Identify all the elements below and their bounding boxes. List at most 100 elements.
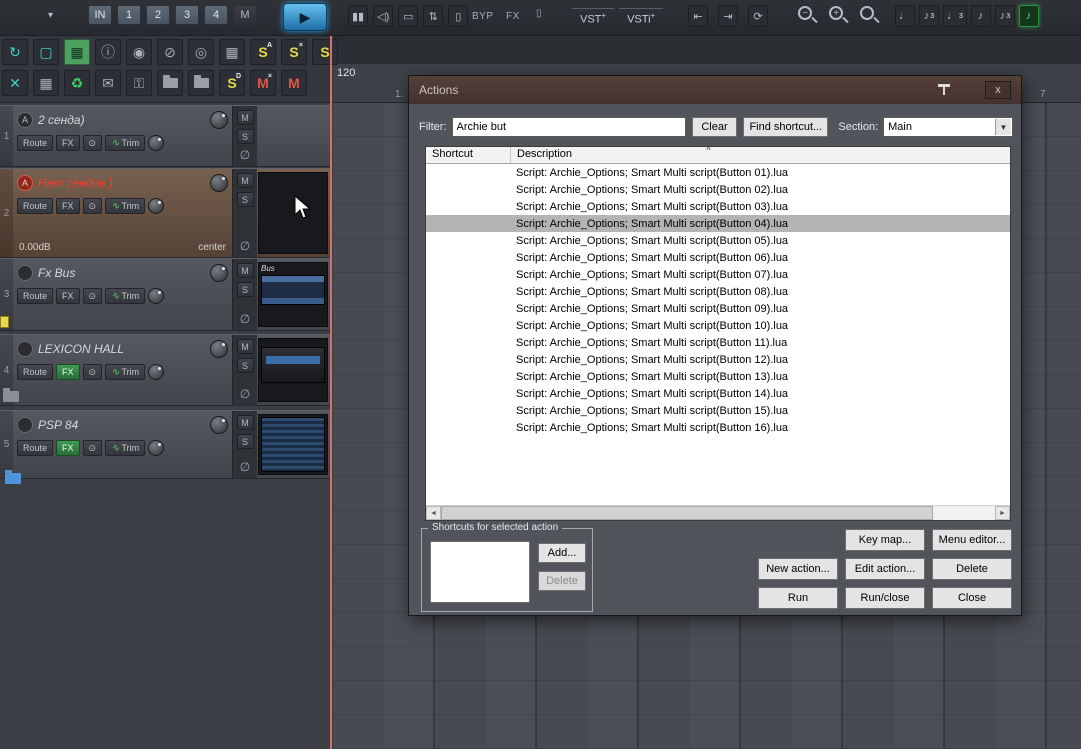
- fx-button[interactable]: FX: [56, 440, 80, 456]
- fx-button[interactable]: FX: [56, 364, 80, 380]
- screenset-a-icon[interactable]: SA: [250, 39, 276, 65]
- track-name[interactable]: LEXICON HALL: [38, 342, 205, 356]
- folder-blue-icon[interactable]: [5, 470, 21, 484]
- action-row[interactable]: Script: Archie_Options; Smart Multi scri…: [426, 334, 1010, 351]
- action-row[interactable]: Script: Archie_Options; Smart Multi scri…: [426, 283, 1010, 300]
- shortcut-listbox[interactable]: [430, 541, 530, 603]
- key-map-button[interactable]: Key map...: [845, 529, 925, 551]
- action-row[interactable]: Script: Archie_Options; Smart Multi scri…: [426, 402, 1010, 419]
- pan-knob[interactable]: [148, 135, 165, 151]
- track-1[interactable]: 1 A 2 сенда) Route FX ⊙ ∿ Trim M S ∅: [0, 105, 331, 167]
- track-button-2[interactable]: 2: [146, 5, 170, 25]
- notes-icon[interactable]: ✉: [95, 70, 121, 96]
- delete-action-button[interactable]: Delete: [932, 558, 1012, 580]
- show-all-tracks-icon[interactable]: ◉: [126, 39, 152, 65]
- track-number[interactable]: 2: [0, 169, 13, 257]
- track-button-4[interactable]: 4: [204, 5, 228, 25]
- show-in-mixer-icon[interactable]: ◎: [188, 39, 214, 65]
- track-5[interactable]: 5 PSP 84 Route FX ⊙ ∿ Trim M S ∅: [0, 410, 331, 479]
- track-number[interactable]: 5: [0, 411, 13, 478]
- loop-toggle-icon[interactable]: ⟳: [748, 5, 768, 27]
- input-button[interactable]: IN: [88, 5, 112, 25]
- phase-button[interactable]: ∅: [240, 460, 250, 474]
- screenset-x-icon[interactable]: S ×: [281, 39, 307, 65]
- routing-icon[interactable]: ▯: [448, 5, 469, 27]
- pan-knob[interactable]: [148, 198, 165, 214]
- dialog-titlebar[interactable]: Actions x: [409, 76, 1021, 104]
- trim-button[interactable]: ∿ Trim: [105, 440, 146, 456]
- grid-eighth-note-icon[interactable]: ♪ 3: [919, 5, 939, 27]
- volume-knob[interactable]: [210, 264, 228, 282]
- action-row[interactable]: Script: Archie_Options; Smart Multi scri…: [426, 317, 1010, 334]
- column-header-description[interactable]: Description: [511, 147, 1010, 163]
- record-arm-button[interactable]: [17, 265, 33, 281]
- mute-button[interactable]: M: [236, 415, 254, 430]
- mute-x-icon[interactable]: M ×: [250, 70, 276, 96]
- find-shortcut-button[interactable]: Find shortcut...: [743, 117, 829, 137]
- action-row[interactable]: Script: Archie_Options; Smart Multi scri…: [426, 385, 1010, 402]
- grid-dotted-note-icon[interactable]: ♩ 3: [943, 5, 967, 27]
- action-row[interactable]: Script: Archie_Options; Smart Multi scri…: [426, 181, 1010, 198]
- record-arm-button[interactable]: A: [17, 175, 33, 191]
- volume-knob[interactable]: [210, 416, 228, 434]
- scroll-sync-icon[interactable]: ↻: [2, 39, 28, 65]
- mixer-visibility-icon[interactable]: ▦: [64, 39, 90, 65]
- track-name[interactable]: Нет сендов ): [38, 176, 205, 190]
- volume-knob[interactable]: [210, 340, 228, 358]
- route-button[interactable]: Route: [17, 135, 54, 151]
- track-button-3[interactable]: 3: [175, 5, 199, 25]
- action-row[interactable]: Script: Archie_Options; Smart Multi scri…: [426, 249, 1010, 266]
- track-button-1[interactable]: 1: [117, 5, 141, 25]
- track-4[interactable]: 4 LEXICON HALL Route FX ⊙ ∿ Trim M S ∅: [0, 334, 331, 406]
- delete-shortcut-button[interactable]: Delete: [538, 571, 586, 591]
- track-name[interactable]: 2 сенда): [38, 113, 205, 127]
- record-arm-button[interactable]: A: [17, 112, 33, 128]
- screenset-icon[interactable]: S: [312, 39, 338, 65]
- volume-knob[interactable]: [210, 174, 228, 192]
- pin-icon[interactable]: [937, 84, 951, 96]
- action-row[interactable]: Script: Archie_Options; Smart Multi scri…: [426, 266, 1010, 283]
- scrollbar-thumb[interactable]: [441, 506, 933, 520]
- track-name[interactable]: PSP 84: [38, 418, 205, 432]
- fx-chain-thumbnail[interactable]: Bus: [258, 262, 328, 327]
- scroll-left-icon[interactable]: ◄: [426, 506, 441, 520]
- pan-knob[interactable]: [148, 440, 165, 456]
- grid-triplet-note-icon[interactable]: ♪ 3: [994, 5, 1015, 27]
- edit-marker[interactable]: [0, 316, 9, 328]
- track-manager-icon[interactable]: ▦: [219, 39, 245, 65]
- fader-icon[interactable]: ⇅: [423, 5, 444, 27]
- fx-toolbar-button[interactable]: FX: [506, 11, 520, 22]
- column-header-shortcut[interactable]: Shortcut: [426, 147, 511, 163]
- volume-knob[interactable]: [210, 111, 228, 129]
- meter-icon[interactable]: ▮▮: [348, 5, 369, 27]
- hide-tracks-icon[interactable]: ⊘: [157, 39, 183, 65]
- phase-button[interactable]: ∅: [240, 148, 250, 162]
- solo-button[interactable]: S: [236, 282, 254, 297]
- master-button[interactable]: M: [233, 5, 257, 25]
- fx-power-button[interactable]: ⊙: [82, 288, 103, 304]
- mute-button[interactable]: M: [236, 173, 254, 188]
- new-action-button[interactable]: New action...: [758, 558, 838, 580]
- grid-sixteenth-note-icon[interactable]: ♪: [970, 5, 991, 27]
- action-row[interactable]: Script: Archie_Options; Smart Multi scri…: [426, 300, 1010, 317]
- solo-button[interactable]: S: [236, 358, 254, 373]
- solo-button[interactable]: S: [236, 129, 254, 144]
- filter-input[interactable]: [451, 117, 686, 137]
- track-2[interactable]: 2 A Нет сендов ) Route FX ⊙ ∿ Trim 0.00dB…: [0, 168, 331, 258]
- action-row[interactable]: Script: Archie_Options; Smart Multi scri…: [426, 232, 1010, 249]
- run-close-button[interactable]: Run/close: [845, 587, 925, 609]
- action-row[interactable]: Script: Archie_Options; Smart Multi scri…: [426, 198, 1010, 215]
- fx-power-button[interactable]: ⊙: [82, 364, 103, 380]
- screenset-d-icon[interactable]: SD: [219, 70, 245, 96]
- run-button[interactable]: Run: [758, 587, 838, 609]
- phase-button[interactable]: ∅: [240, 312, 250, 326]
- speaker-icon[interactable]: ◁): [373, 5, 394, 27]
- close-tool-icon[interactable]: ✕: [2, 70, 28, 96]
- refresh-icon[interactable]: ♻: [64, 70, 90, 96]
- fx-power-button[interactable]: ⊙: [82, 135, 103, 151]
- move-edit-cursor-left-icon[interactable]: ⇤: [688, 5, 708, 27]
- clear-button[interactable]: Clear: [691, 117, 738, 137]
- fx-button[interactable]: FX: [56, 288, 80, 304]
- zoom-out-icon[interactable]: −: [797, 5, 819, 27]
- trim-button[interactable]: ∿ Trim: [105, 364, 146, 380]
